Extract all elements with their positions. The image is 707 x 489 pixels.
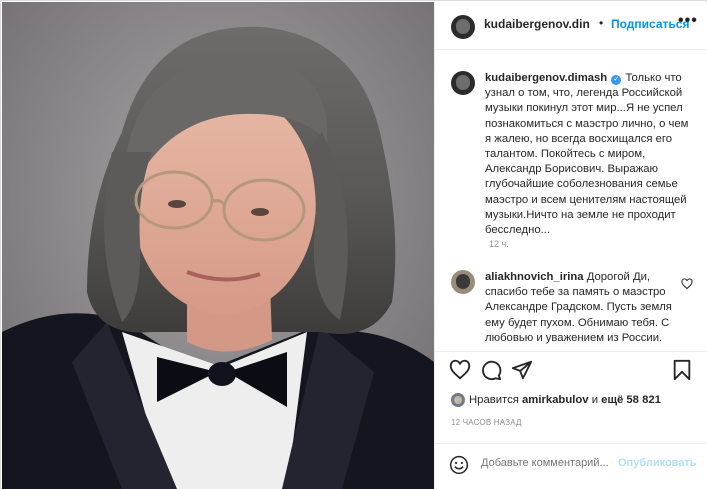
likes-middle: и <box>591 394 599 406</box>
likes-text: Нравится amirkabulov и ещё 58 821 <box>469 394 661 406</box>
comment-body: aliakhnovich_irina Дорогой Ди, спасибо т… <box>485 270 675 346</box>
emoji-icon[interactable] <box>449 455 469 475</box>
caption-time[interactable]: 12 ч. <box>489 239 509 249</box>
header-username[interactable]: kudaibergenov.din <box>484 17 590 31</box>
caption-text: Только что узнал о том, что, легенда Рос… <box>485 72 689 237</box>
comment-icon[interactable] <box>480 359 502 381</box>
post-dialog: kudaibergenov.din • Подписаться ••• kuda… <box>0 0 707 489</box>
heart-icon[interactable] <box>449 359 471 381</box>
post-actions <box>435 351 707 387</box>
caption-body: kudaibergenov.dimash ✓ Только что узнал … <box>485 71 692 238</box>
portrait-image <box>2 2 434 489</box>
separator-dot: • <box>599 16 604 30</box>
bookmark-icon[interactable] <box>671 359 693 381</box>
avatar[interactable] <box>451 71 475 95</box>
more-horizontal-icon[interactable]: ••• <box>678 12 698 30</box>
avatar[interactable] <box>451 393 465 407</box>
comment-like-heart-icon[interactable] <box>681 278 693 290</box>
avatar[interactable] <box>451 270 475 294</box>
likes-count[interactable]: ещё 58 821 <box>601 394 661 406</box>
likes-user[interactable]: amirkabulov <box>522 394 589 406</box>
share-icon[interactable] <box>511 359 533 381</box>
post-sidebar: kudaibergenov.din • Подписаться ••• kuda… <box>434 2 707 489</box>
publish-button[interactable]: Опубликовать <box>618 457 697 469</box>
comment-author[interactable]: aliakhnovich_irina <box>485 271 584 283</box>
avatar[interactable] <box>451 15 475 39</box>
add-comment-bar: Опубликовать <box>435 443 707 489</box>
caption-author[interactable]: kudaibergenov.dimash <box>485 72 607 84</box>
post-timestamp[interactable]: 12 ЧАСОВ НАЗАД <box>451 418 522 427</box>
verified-badge-icon: ✓ <box>611 75 622 85</box>
comment-input[interactable] <box>481 457 613 469</box>
post-photo[interactable] <box>2 2 434 489</box>
likes-prefix: Нравится <box>469 394 519 406</box>
post-header: kudaibergenov.din • Подписаться ••• <box>435 2 707 50</box>
